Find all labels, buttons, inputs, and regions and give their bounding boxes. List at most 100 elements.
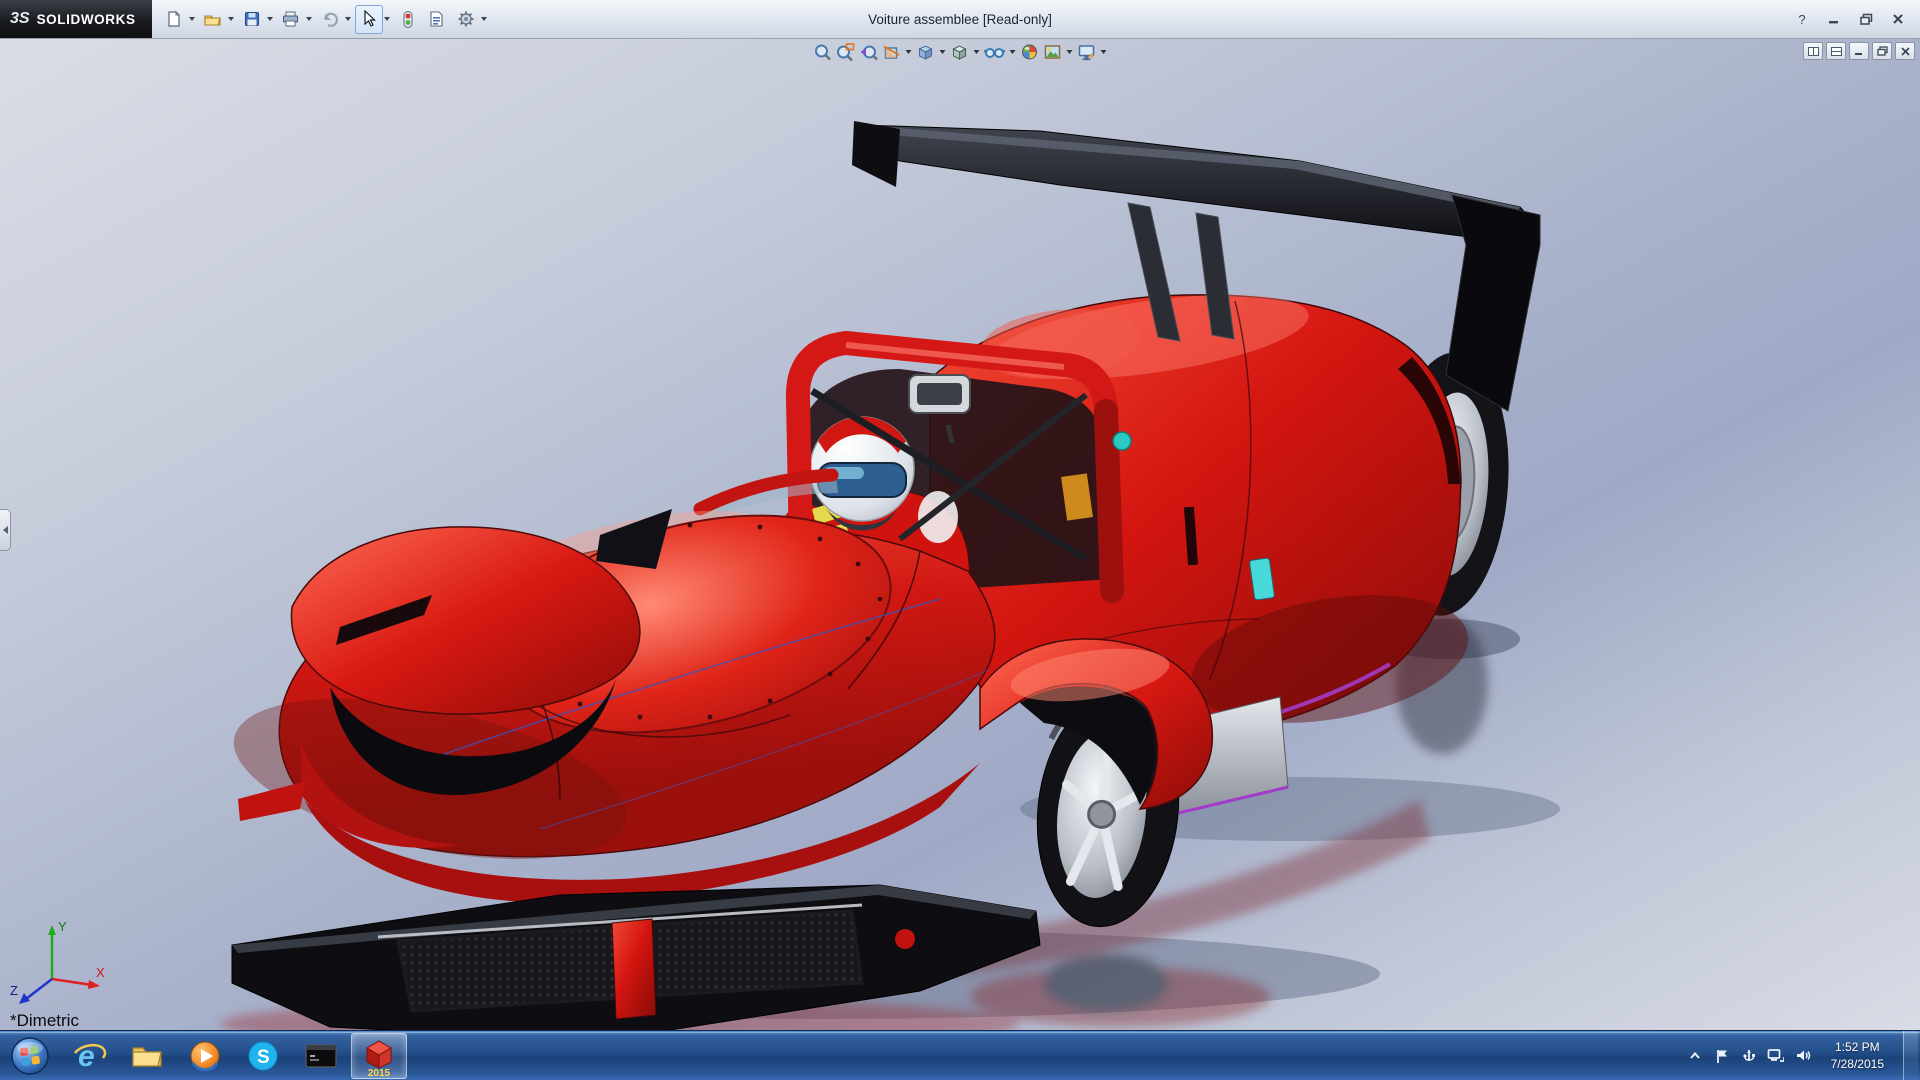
graphics-area[interactable]: Y X Z *Dimetric [0, 39, 1920, 1031]
document-title: Voiture assemblee [Read-only] [868, 12, 1052, 27]
restore-icon [1860, 13, 1873, 25]
skype-button[interactable]: S [235, 1033, 291, 1079]
select-cursor-icon [361, 10, 377, 28]
section-view-button[interactable] [881, 40, 903, 64]
edit-appearance-button[interactable] [1019, 40, 1041, 64]
open-folder-icon [203, 10, 222, 28]
minimize-icon [1828, 13, 1840, 25]
show-desktop-button[interactable] [1903, 1031, 1918, 1080]
undo-button[interactable] [316, 5, 344, 34]
restore-button[interactable] [1852, 8, 1880, 30]
collapse-arrow-icon [3, 526, 8, 534]
command-prompt-icon [303, 1040, 339, 1072]
new-document-button[interactable] [160, 5, 188, 34]
usb-icon [1742, 1048, 1756, 1063]
section-view-caret[interactable] [906, 50, 912, 54]
new-dropdown-caret[interactable] [189, 17, 195, 21]
apply-scene-caret[interactable] [1067, 50, 1073, 54]
featuremanager-collapsed-tab[interactable] [0, 509, 11, 551]
internet-explorer-button[interactable]: e [61, 1033, 117, 1079]
print-button[interactable] [277, 5, 305, 34]
view-orientation-caret[interactable] [940, 50, 946, 54]
clock-date: 7/28/2015 [1831, 1056, 1884, 1072]
rebuild-button[interactable] [394, 5, 422, 34]
zoom-to-fit-button[interactable] [812, 40, 834, 64]
media-player-button[interactable] [177, 1033, 233, 1079]
skype-s-glyph: S [257, 1047, 270, 1068]
split-pane-vertical-button[interactable] [1826, 42, 1846, 60]
view-settings-button[interactable] [1076, 40, 1098, 64]
brand-name: SOLIDWORKS [37, 12, 136, 27]
hide-show-glasses-icon [984, 42, 1006, 62]
view-orientation-label: *Dimetric [10, 1011, 79, 1031]
undo-icon [321, 10, 339, 28]
action-center-button[interactable] [1713, 1046, 1731, 1066]
select-button[interactable] [355, 5, 383, 34]
skype-icon: S [246, 1039, 280, 1073]
split-pane-horizontal-icon [1808, 47, 1819, 56]
action-center-flag-icon [1715, 1048, 1729, 1064]
split-pane-horizontal-button[interactable] [1803, 42, 1823, 60]
view-settings-icon [1077, 42, 1097, 62]
windows-explorer-button[interactable] [119, 1033, 175, 1079]
titlebar: 3S SOLIDWORKS [0, 0, 1920, 39]
chevron-up-icon [1688, 1050, 1702, 1062]
usb-device-button[interactable] [1740, 1046, 1758, 1066]
close-button[interactable] [1884, 8, 1912, 30]
doc-restore-button[interactable] [1872, 42, 1892, 60]
hide-show-items-button[interactable] [983, 40, 1007, 64]
help-button[interactable]: ? [1788, 8, 1816, 30]
minimize-button[interactable] [1820, 8, 1848, 30]
save-dropdown-caret[interactable] [267, 17, 273, 21]
options-button[interactable] [452, 5, 480, 34]
reference-triad: Y X Z [8, 917, 108, 1013]
previous-view-button[interactable] [858, 40, 880, 64]
zoom-to-area-icon [836, 42, 856, 62]
edit-appearance-ball-icon [1020, 42, 1040, 62]
print-icon [281, 10, 300, 28]
file-properties-icon [428, 10, 445, 28]
view-orientation-cube-icon [916, 42, 936, 62]
volume-button[interactable] [1794, 1046, 1812, 1066]
doc-minimize-button[interactable] [1849, 42, 1869, 60]
display-style-caret[interactable] [974, 50, 980, 54]
view-settings-caret[interactable] [1101, 50, 1107, 54]
undo-dropdown-caret[interactable] [345, 17, 351, 21]
open-button[interactable] [199, 5, 227, 34]
previous-view-icon [859, 42, 879, 62]
solidworks-taskbar-button[interactable]: 2015 [351, 1033, 407, 1079]
solidworks-logo: 3S SOLIDWORKS [0, 0, 152, 38]
rebuild-stoplight-icon [401, 10, 415, 29]
show-hidden-icons-button[interactable] [1686, 1046, 1704, 1066]
apply-scene-button[interactable] [1042, 40, 1064, 64]
save-button[interactable] [238, 5, 266, 34]
hide-show-caret[interactable] [1010, 50, 1016, 54]
split-pane-vertical-icon [1831, 47, 1842, 56]
triad-x-label: X [96, 965, 105, 980]
triad-y-label: Y [58, 919, 67, 934]
network-status-button[interactable] [1767, 1046, 1785, 1066]
model-render-race-car[interactable] [0, 39, 1920, 1030]
document-window-controls [1803, 42, 1915, 60]
options-dropdown-caret[interactable] [481, 17, 487, 21]
open-dropdown-caret[interactable] [228, 17, 234, 21]
new-document-icon [165, 10, 183, 28]
zoom-to-fit-icon [813, 42, 833, 62]
print-dropdown-caret[interactable] [306, 17, 312, 21]
system-tray: 1:52 PM 7/28/2015 [1686, 1031, 1920, 1080]
zoom-to-area-button[interactable] [835, 40, 857, 64]
volume-icon [1795, 1048, 1811, 1063]
command-prompt-button[interactable] [293, 1033, 349, 1079]
display-style-button[interactable] [949, 40, 971, 64]
solidworks-version-badge: 2015 [368, 1068, 391, 1077]
doc-restore-icon [1877, 46, 1888, 56]
taskbar-clock[interactable]: 1:52 PM 7/28/2015 [1821, 1039, 1894, 1071]
main-toolbar [160, 5, 490, 34]
doc-close-button[interactable] [1895, 42, 1915, 60]
window-controls: ? [1788, 8, 1920, 30]
select-dropdown-caret[interactable] [384, 17, 390, 21]
apply-scene-icon [1043, 42, 1063, 62]
view-orientation-button[interactable] [915, 40, 937, 64]
file-properties-button[interactable] [423, 5, 451, 34]
start-button[interactable] [1, 1033, 59, 1079]
